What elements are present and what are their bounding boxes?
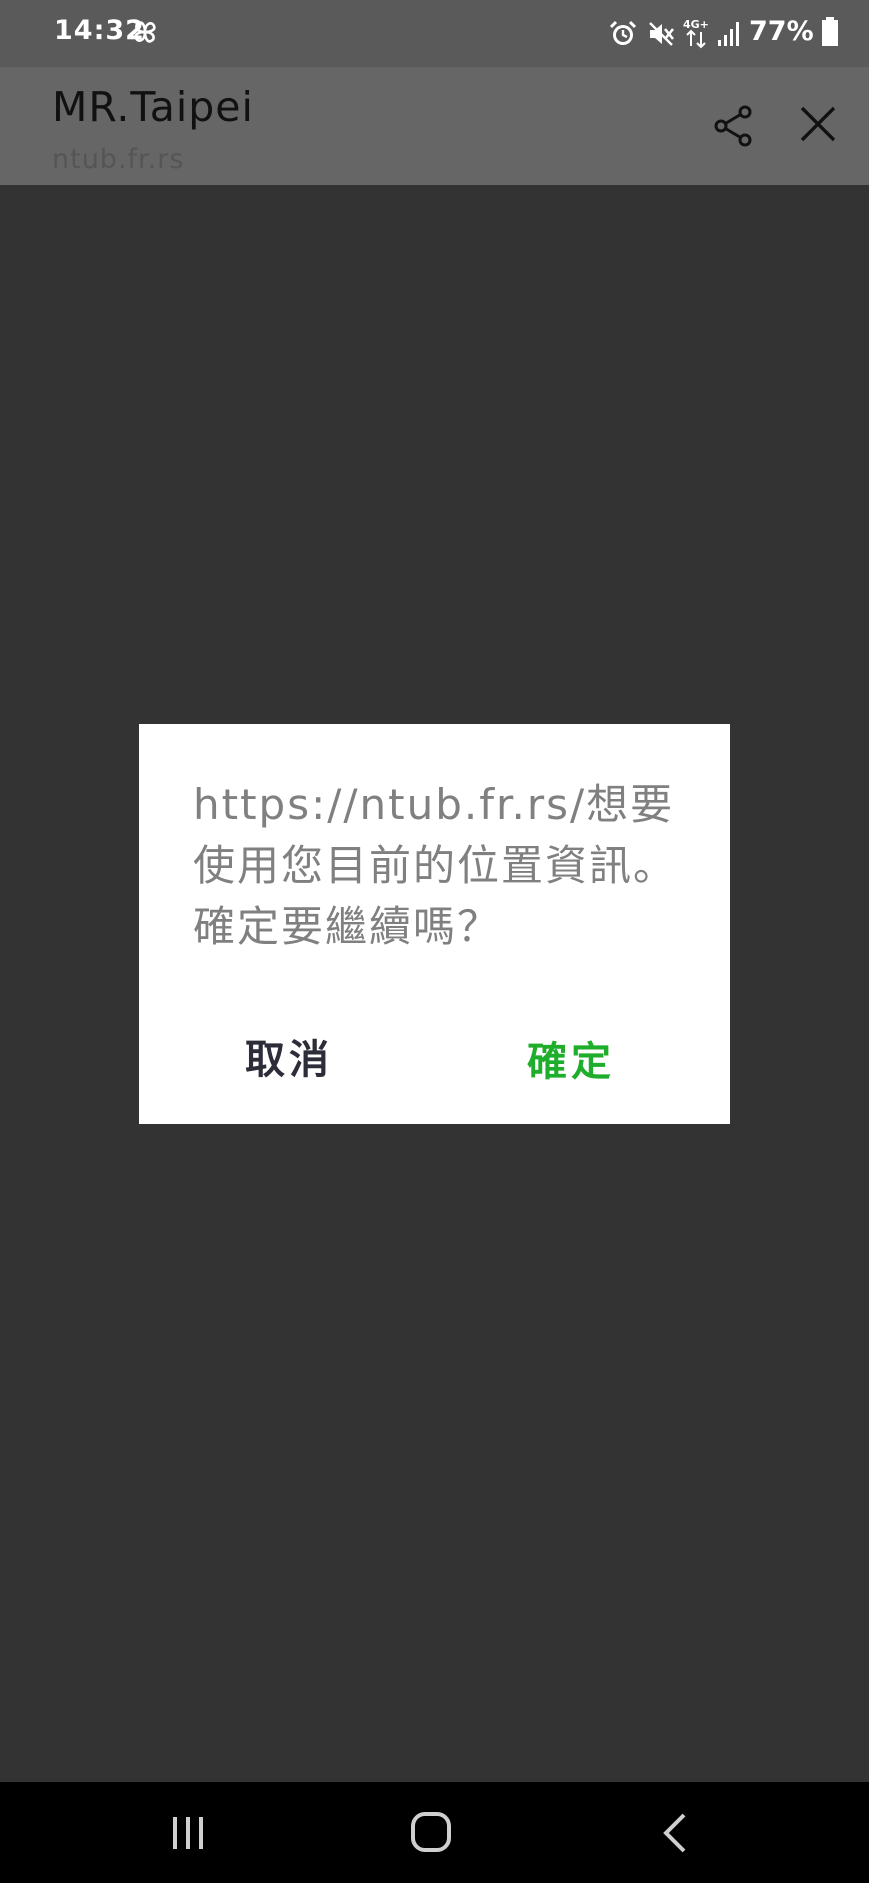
- recent-apps-icon[interactable]: [168, 1814, 208, 1852]
- mute-icon: [649, 22, 675, 46]
- back-icon[interactable]: [660, 1812, 688, 1854]
- close-icon[interactable]: [798, 104, 838, 144]
- 4g-plus-icon: 4G+: [683, 18, 709, 49]
- app-bar: MR.Taipei ntub.fr.rs: [0, 67, 869, 185]
- confirm-button[interactable]: 確定: [527, 1028, 647, 1088]
- svg-text:4G+: 4G+: [683, 18, 709, 31]
- status-bar: 14:32 4G+ 77%: [0, 0, 869, 67]
- page-url: ntub.fr.rs: [52, 144, 185, 175]
- pinwheel-icon: [134, 21, 156, 43]
- location-permission-dialog: https://ntub.fr.rs/想要使用您目前的位置資訊。確定要繼續嗎？ …: [139, 724, 730, 1124]
- status-right-group: 4G+ 77%: [609, 14, 849, 54]
- alarm-icon: [609, 20, 637, 45]
- battery-icon: [822, 17, 838, 46]
- cancel-button[interactable]: 取消: [245, 1026, 365, 1086]
- battery-percentage: 77%: [749, 16, 814, 47]
- navigation-bar: [0, 1782, 869, 1883]
- home-icon[interactable]: [410, 1811, 452, 1853]
- page-title: MR.Taipei: [52, 83, 254, 131]
- dialog-message: https://ntub.fr.rs/想要使用您目前的位置資訊。確定要繼續嗎？: [193, 780, 678, 951]
- signal-icon: [718, 22, 739, 46]
- share-icon[interactable]: [712, 104, 754, 148]
